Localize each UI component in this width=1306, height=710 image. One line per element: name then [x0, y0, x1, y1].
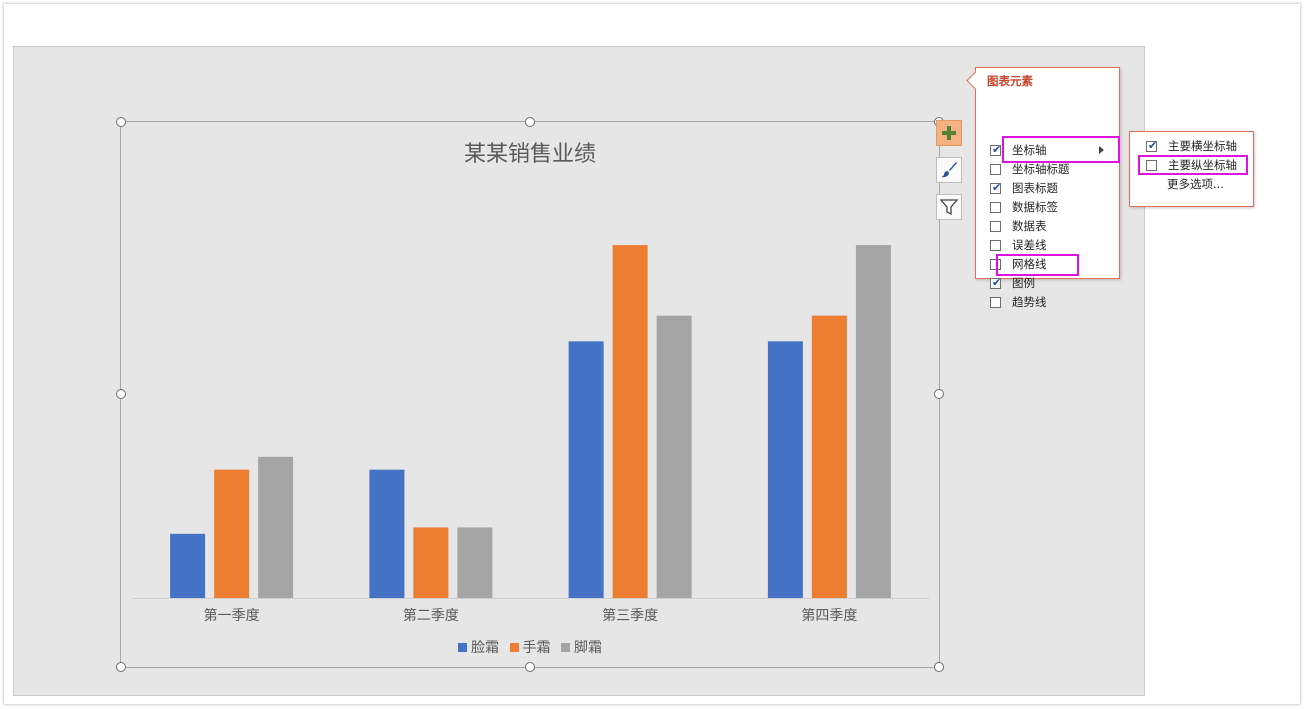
element-item-data-table[interactable]: 数据表	[990, 217, 1106, 235]
x-tick-label: 第四季度	[801, 607, 857, 624]
element-item-label: 趋势线	[1012, 295, 1047, 309]
paintbrush-icon	[941, 162, 957, 178]
bar-3-category-2[interactable]	[457, 527, 493, 598]
highlight-box-vertical-axis	[1138, 155, 1248, 175]
highlight-box-gridlines	[996, 254, 1079, 276]
check-icon: ✔	[992, 275, 1002, 289]
legend-item-face-cream: 脸霜	[458, 637, 499, 657]
submenu-item-more-options[interactable]: 更多选项...	[1167, 175, 1224, 193]
plus-icon	[942, 126, 956, 140]
resize-handle-right[interactable]	[934, 389, 944, 399]
submenu-item-primary-horizontal[interactable]: ✔ 主要横坐标轴	[1146, 137, 1237, 155]
chart-elements-button[interactable]	[936, 120, 962, 146]
checkbox[interactable]: ✔	[1146, 138, 1158, 152]
checkbox[interactable]	[990, 239, 1001, 251]
submenu-item-label: 更多选项...	[1167, 177, 1224, 191]
bar-2-category-1[interactable]	[214, 469, 250, 598]
chart-title[interactable]: 某某销售业绩	[121, 136, 939, 168]
funnel-icon	[940, 199, 958, 216]
element-item-chart-title[interactable]: ✔ 图表标题	[990, 179, 1106, 197]
element-item-label: 图表标题	[1012, 181, 1058, 195]
bar-2-category-2[interactable]	[413, 527, 449, 598]
element-item-error-bars[interactable]: 误差线	[990, 236, 1106, 254]
x-tick-label: 第一季度	[204, 607, 260, 624]
element-item-legend[interactable]: ✔ 图例	[990, 274, 1106, 292]
legend-swatch	[509, 642, 519, 652]
legend-label: 手霜	[522, 640, 551, 656]
check-icon: ✔	[992, 180, 1002, 194]
chart-elements-panel: 图表元素 ✔ 坐标轴 坐标轴标题 ✔ 图表标题 数据标签 数据表 误差线 网格线…	[966, 67, 1120, 309]
check-icon: ✔	[1148, 138, 1158, 152]
element-item-label: 数据标签	[1012, 200, 1058, 214]
bar-2-category-4[interactable]	[811, 315, 847, 598]
chart-area[interactable]: 第一季度 第二季度 第三季度 第四季度 某某销售业绩 脸霜 手霜 脚霜	[116, 117, 944, 672]
check-icon: ✔	[992, 142, 1002, 156]
legend-swatch	[458, 642, 468, 652]
element-item-label: 坐标轴标题	[1012, 162, 1070, 176]
highlight-box-axes	[1002, 136, 1120, 163]
x-tick-label: 第二季度	[403, 607, 459, 624]
resize-handle-bottom-right[interactable]	[934, 662, 944, 672]
bar-1-category-4[interactable]	[767, 341, 803, 598]
chart-styles-button[interactable]	[936, 157, 962, 183]
bar-1-category-2[interactable]	[369, 469, 405, 598]
legend-label: 脸霜	[471, 640, 500, 656]
element-item-label: 数据表	[1012, 219, 1047, 233]
legend-swatch	[560, 642, 570, 652]
checkbox[interactable]: ✔	[990, 275, 1002, 289]
element-item-data-labels[interactable]: 数据标签	[990, 198, 1106, 216]
chart-legend[interactable]: 脸霜 手霜 脚霜	[121, 637, 939, 657]
x-tick-label: 第三季度	[602, 607, 658, 624]
checkbox[interactable]: ✔	[990, 142, 1002, 156]
chart-plot: 第一季度 第二季度 第三季度 第四季度	[132, 245, 929, 624]
bar-1-category-1[interactable]	[170, 533, 206, 598]
element-item-trendline[interactable]: 趋势线	[990, 293, 1106, 311]
resize-handle-top[interactable]	[525, 117, 535, 127]
checkbox[interactable]: ✔	[990, 180, 1002, 194]
legend-item-hand-cream: 手霜	[509, 637, 551, 657]
checkbox[interactable]	[990, 201, 1001, 213]
element-item-label: 图例	[1012, 276, 1035, 290]
resize-handle-left[interactable]	[116, 389, 126, 399]
bar-2-category-3[interactable]	[612, 245, 648, 598]
element-item-label: 误差线	[1012, 238, 1047, 252]
bar-3-category-1[interactable]	[258, 456, 294, 598]
checkbox[interactable]	[990, 220, 1001, 232]
checkbox[interactable]	[990, 163, 1001, 175]
panel-title: 图表元素	[987, 74, 1033, 88]
checkbox[interactable]	[990, 296, 1001, 308]
resize-handle-bottom-left[interactable]	[116, 662, 126, 672]
bar-3-category-4[interactable]	[855, 245, 891, 598]
bar-1-category-3[interactable]	[568, 341, 604, 598]
chart-filters-button[interactable]	[936, 194, 962, 220]
legend-item-foot-cream: 脚霜	[560, 637, 602, 657]
legend-label: 脚霜	[573, 640, 602, 656]
bar-3-category-3[interactable]	[656, 315, 692, 598]
submenu-item-label: 主要横坐标轴	[1168, 139, 1237, 153]
resize-handle-bottom[interactable]	[525, 662, 535, 672]
resize-handle-top-left[interactable]	[116, 117, 126, 127]
